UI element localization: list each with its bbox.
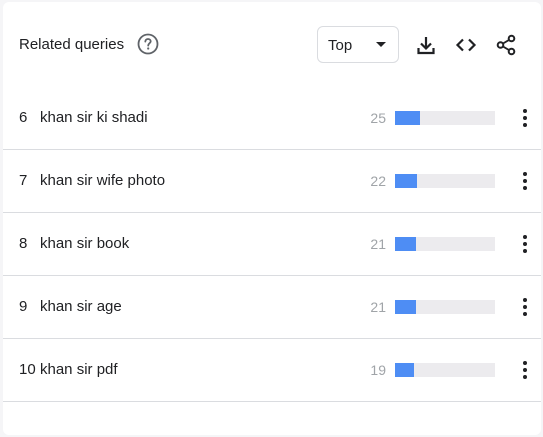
score-bar-fill — [395, 363, 414, 377]
score-bar-fill — [395, 300, 416, 314]
query-score: 25 — [370, 110, 386, 126]
sort-select[interactable]: Top — [317, 26, 399, 63]
score-bar-fill — [395, 237, 416, 251]
score-bar — [395, 111, 495, 125]
more-vert-icon[interactable] — [515, 107, 535, 129]
download-icon[interactable] — [414, 33, 438, 57]
query-link[interactable]: khan sir age — [40, 298, 122, 315]
related-queries-card: Related queries Top 6 khan sir ki shadi … — [3, 2, 541, 435]
query-row[interactable]: 9 khan sir age 21 — [3, 276, 541, 339]
query-score: 22 — [370, 173, 386, 189]
queries-list: 6 khan sir ki shadi 25 7 khan sir wife p… — [3, 87, 541, 402]
more-vert-icon[interactable] — [515, 170, 535, 192]
query-rank: 10 — [19, 361, 36, 378]
query-score: 19 — [370, 362, 386, 378]
caret-down-icon — [376, 42, 386, 47]
score-bar — [395, 174, 495, 188]
score-bar-fill — [395, 111, 420, 125]
query-link[interactable]: khan sir pdf — [40, 361, 118, 378]
query-link[interactable]: khan sir wife photo — [40, 172, 165, 189]
query-rank: 9 — [19, 298, 28, 315]
query-link[interactable]: khan sir ki shadi — [40, 109, 148, 126]
widget-title: Related queries — [19, 36, 125, 53]
query-score: 21 — [370, 236, 386, 252]
query-row[interactable]: 6 khan sir ki shadi 25 — [3, 87, 541, 150]
score-bar-fill — [395, 174, 417, 188]
help-circle-icon[interactable] — [137, 33, 159, 55]
query-rank: 7 — [19, 172, 28, 189]
score-bar — [395, 300, 495, 314]
widget-header: Related queries Top — [3, 2, 541, 88]
more-vert-icon[interactable] — [515, 233, 535, 255]
query-row[interactable]: 8 khan sir book 21 — [3, 213, 541, 276]
share-icon[interactable] — [494, 33, 518, 57]
query-row[interactable]: 10 khan sir pdf 19 — [3, 339, 541, 402]
more-vert-icon[interactable] — [515, 296, 535, 318]
query-rank: 8 — [19, 235, 28, 252]
query-link[interactable]: khan sir book — [40, 235, 129, 252]
score-bar — [395, 237, 495, 251]
more-vert-icon[interactable] — [515, 359, 535, 381]
score-bar — [395, 363, 495, 377]
embed-code-icon[interactable] — [454, 33, 478, 57]
query-score: 21 — [370, 299, 386, 315]
query-rank: 6 — [19, 109, 28, 126]
sort-select-value: Top — [328, 37, 353, 54]
query-row[interactable]: 7 khan sir wife photo 22 — [3, 150, 541, 213]
